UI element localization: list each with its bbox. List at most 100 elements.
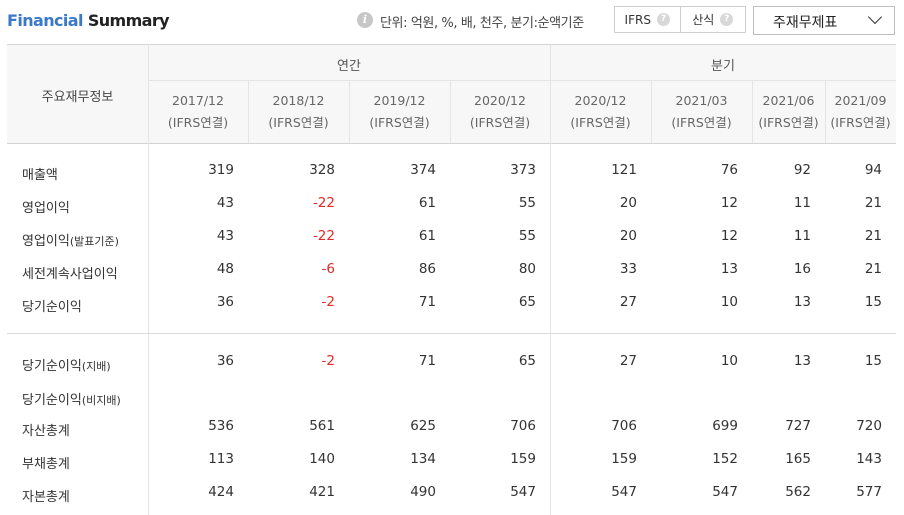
column-header[interactable]: 2021/06 (IFRS연결) bbox=[752, 80, 825, 143]
column-period: 2020/12 bbox=[574, 92, 627, 108]
table-cell: 373 bbox=[510, 162, 536, 178]
column-period: 2018/12 bbox=[272, 92, 325, 108]
table-cell: 727 bbox=[785, 418, 811, 434]
row-label-main: 당기순이익 bbox=[22, 393, 82, 408]
row-label: 매출액 bbox=[22, 164, 58, 183]
column-period: 2017/12 bbox=[172, 92, 224, 108]
table-cell: 140 bbox=[309, 451, 335, 467]
column-period: 2021/03 bbox=[675, 92, 728, 108]
table-cell: 86 bbox=[418, 261, 436, 277]
row-label-main: 자산총계 bbox=[22, 424, 70, 439]
table-cell: 76 bbox=[720, 162, 738, 178]
table-cell: 80 bbox=[518, 261, 536, 277]
table-cell: 71 bbox=[418, 353, 436, 369]
table-cell: 20 bbox=[619, 195, 637, 211]
chevron-down-icon bbox=[867, 9, 883, 25]
column-period: 2019/12 bbox=[373, 92, 426, 108]
row-label: 당기순이익 bbox=[22, 296, 82, 315]
table-cell: 13 bbox=[793, 294, 811, 310]
column-period: 2021/09 bbox=[834, 92, 887, 108]
column-header[interactable]: 2021/09 (IFRS연결) bbox=[825, 80, 896, 143]
table-cell: 319 bbox=[208, 162, 234, 178]
table-cell: 36 bbox=[216, 294, 234, 310]
table-cell: 706 bbox=[611, 418, 637, 434]
table-cell: -2 bbox=[321, 294, 335, 310]
column-basis: (IFRS연결) bbox=[758, 114, 819, 130]
help-icon[interactable]: ? bbox=[720, 13, 734, 26]
formula-toggle-button[interactable]: 산식? bbox=[679, 7, 746, 32]
table-cell: 490 bbox=[410, 484, 436, 500]
table-cell: -22 bbox=[312, 195, 335, 211]
row-label: 자본총계 bbox=[22, 486, 70, 505]
table-cell: 12 bbox=[720, 228, 738, 244]
table-cell: 374 bbox=[410, 162, 436, 178]
column-header[interactable]: 2021/03 (IFRS연결) bbox=[651, 80, 752, 143]
table-cell: 547 bbox=[611, 484, 637, 500]
table-cell: 27 bbox=[619, 353, 637, 369]
table-cell: 92 bbox=[793, 162, 811, 178]
divider bbox=[7, 143, 896, 144]
corner-label: 주요재무정보 bbox=[41, 90, 114, 105]
row-label-main: 매출액 bbox=[22, 168, 58, 183]
formula-label: 산식 bbox=[692, 13, 715, 27]
row-label: 영업이익(발표기준) bbox=[22, 230, 119, 249]
table-cell: 113 bbox=[208, 451, 234, 467]
table-cell: 577 bbox=[856, 484, 882, 500]
row-label-sub: (발표기준) bbox=[69, 235, 119, 248]
column-period: 2020/12 bbox=[474, 92, 526, 108]
row-label-sub: (비지배) bbox=[81, 394, 121, 407]
table-cell: 61 bbox=[418, 228, 436, 244]
column-header[interactable]: 2020/12 (IFRS연결) bbox=[450, 80, 550, 143]
row-label: 영업이익 bbox=[22, 197, 70, 216]
table-cell: 71 bbox=[418, 294, 436, 310]
table-cell: 65 bbox=[518, 294, 536, 310]
table-cell: 159 bbox=[611, 451, 637, 467]
table-cell: 143 bbox=[856, 451, 882, 467]
row-label: 자산총계 bbox=[22, 420, 70, 439]
column-header[interactable]: 2017/12 (IFRS연결) bbox=[148, 80, 248, 143]
table-cell: 562 bbox=[785, 484, 811, 500]
table-cell: 21 bbox=[864, 195, 882, 211]
info-icon[interactable]: i bbox=[357, 12, 373, 28]
table-cell: 134 bbox=[410, 451, 436, 467]
table-cell: 547 bbox=[510, 484, 536, 500]
ifrs-toggle-button[interactable]: IFRS? bbox=[615, 7, 680, 32]
table-cell: 13 bbox=[720, 261, 738, 277]
table-cell: 706 bbox=[510, 418, 536, 434]
table-cell: 94 bbox=[864, 162, 882, 178]
section-title: Financial Summary bbox=[7, 11, 170, 30]
table-cell: 43 bbox=[216, 195, 234, 211]
column-header[interactable]: 2018/12 (IFRS연결) bbox=[248, 80, 349, 143]
row-label-main: 자본총계 bbox=[22, 490, 70, 505]
group-label-quarter: 분기 bbox=[711, 59, 735, 74]
statement-type-select[interactable]: 주재무제표 bbox=[753, 6, 895, 35]
table-cell: 33 bbox=[619, 261, 637, 277]
table-cell: 21 bbox=[864, 261, 882, 277]
column-header[interactable]: 2019/12 (IFRS연결) bbox=[349, 80, 450, 143]
table-cell: 61 bbox=[418, 195, 436, 211]
financial-summary-header: Financial Summary i 단위: 억원, %, 배, 천주, 분기… bbox=[0, 0, 904, 44]
table-cell: -6 bbox=[321, 261, 335, 277]
help-icon[interactable]: ? bbox=[656, 13, 670, 26]
row-label: 당기순이익(비지배) bbox=[22, 389, 121, 408]
table-cell: 20 bbox=[619, 228, 637, 244]
table-cell: 720 bbox=[856, 418, 882, 434]
row-label-main: 영업이익 bbox=[22, 201, 70, 216]
title-part-summary: Summary bbox=[87, 11, 170, 30]
column-basis: (IFRS연결) bbox=[167, 114, 229, 130]
table-cell: 421 bbox=[309, 484, 335, 500]
table-cell: 165 bbox=[785, 451, 811, 467]
table-cell: 55 bbox=[518, 228, 536, 244]
row-label: 세전계속사업이익 bbox=[22, 263, 118, 282]
table-cell: 121 bbox=[611, 162, 637, 178]
column-basis: (IFRS연결) bbox=[369, 114, 430, 130]
column-basis: (IFRS연결) bbox=[671, 114, 732, 130]
table-cell: 27 bbox=[619, 294, 637, 310]
column-basis: (IFRS연결) bbox=[268, 114, 329, 130]
table-cell: 561 bbox=[309, 418, 335, 434]
table-cell: 13 bbox=[793, 353, 811, 369]
divider bbox=[7, 333, 896, 334]
column-header[interactable]: 2020/12 (IFRS연결) bbox=[550, 80, 651, 143]
table-cell: 328 bbox=[309, 162, 335, 178]
table-cell: 536 bbox=[208, 418, 234, 434]
